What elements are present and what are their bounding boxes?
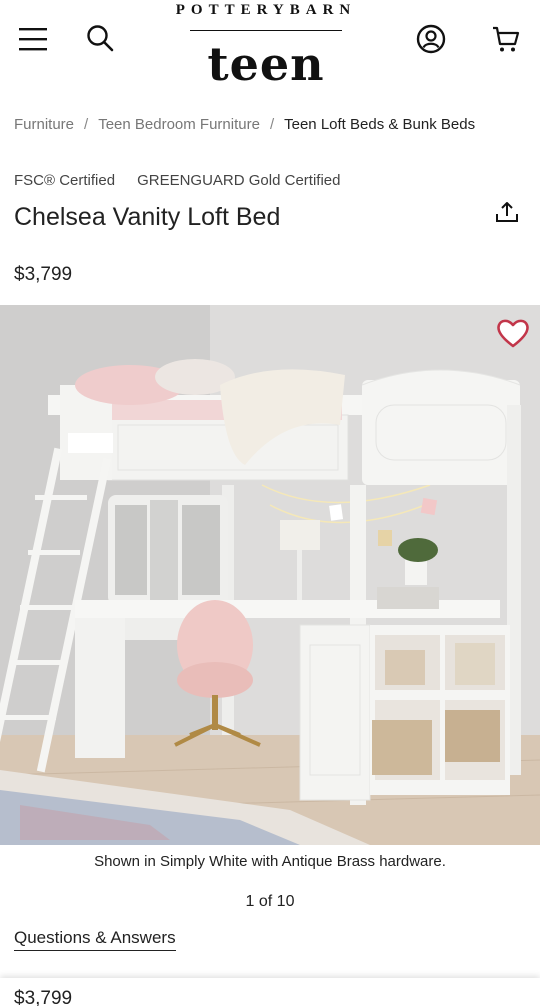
breadcrumb: Furniture / Teen Bedroom Furniture / Teen Lo… [14, 116, 534, 133]
sticky-price-bar: $3,799 [0, 978, 540, 1006]
brand-main-text: teen [207, 37, 325, 91]
cart-button[interactable] [489, 22, 523, 56]
cert-fsc[interactable]: FSC® Certified [14, 172, 115, 189]
sticky-price: $3,799 [14, 988, 73, 1006]
account-button[interactable] [414, 22, 448, 56]
share-button[interactable] [494, 200, 520, 226]
breadcrumb-separator: / [269, 116, 275, 133]
favorite-button[interactable] [496, 317, 530, 349]
breadcrumb-link-furniture[interactable]: Furniture [14, 116, 74, 133]
account-icon [416, 24, 446, 54]
image-pager: 1 of 10 [245, 893, 295, 910]
breadcrumb-separator: / [84, 116, 89, 133]
product-title: Chelsea Vanity Loft Bed [14, 203, 281, 231]
menu-icon [19, 28, 47, 51]
image-caption: Shown in Simply White with Antique Brass… [94, 853, 446, 870]
logo-divider [190, 30, 342, 31]
cart-icon [493, 26, 520, 52]
breadcrumb-link-teen-bedroom[interactable]: Teen Bedroom Furniture [98, 116, 260, 133]
cert-greenguard[interactable]: GREENGUARD Gold Certified [137, 172, 340, 189]
certifications: FSC® Certified GREENGUARD Gold Certified [14, 172, 340, 189]
brand-top-text: POTTERYBARN [175, 2, 357, 18]
loft-bed-illustration [0, 305, 540, 845]
product-image[interactable] [0, 305, 540, 845]
menu-button[interactable] [16, 24, 50, 54]
questions-answers-link[interactable]: Questions & Answers [14, 928, 176, 951]
breadcrumb-link-loft-beds[interactable]: Teen Loft Beds & Bunk Beds [284, 116, 475, 133]
brand-logo[interactable]: POTTERYBARN teen [150, 0, 382, 90]
share-icon [496, 202, 518, 222]
product-price: $3,799 [14, 264, 73, 285]
heart-icon [497, 319, 529, 348]
search-icon [87, 25, 114, 52]
site-header: POTTERYBARN teen [0, 0, 540, 90]
search-button[interactable] [84, 22, 116, 54]
